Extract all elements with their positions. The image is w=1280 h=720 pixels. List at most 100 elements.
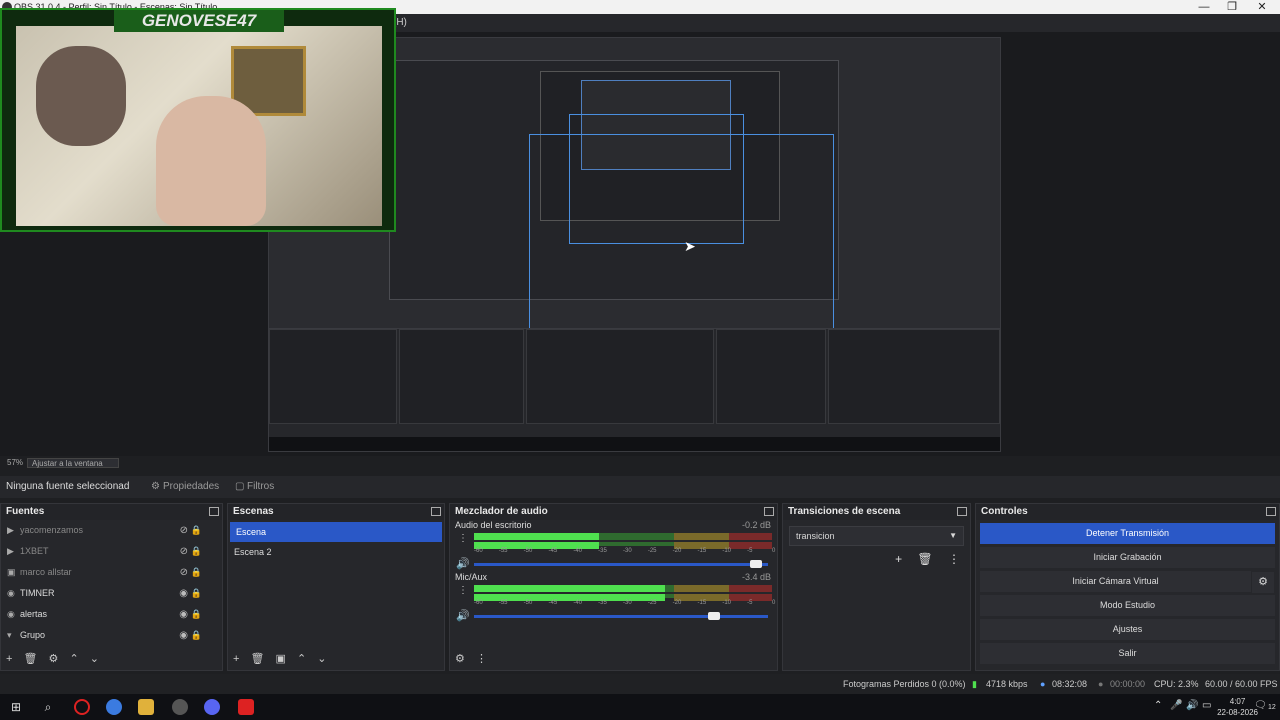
scale-tick: -25 bbox=[647, 548, 657, 554]
settings-button[interactable]: Ajustes bbox=[980, 619, 1275, 640]
controls-header: Controles bbox=[976, 504, 1279, 520]
lock-icon[interactable]: 🔒 bbox=[191, 583, 202, 604]
gear-icon: ⚙ bbox=[151, 481, 160, 492]
zoom-mode-select[interactable]: Ajustar a la ventana bbox=[27, 458, 119, 468]
undock-icon[interactable] bbox=[957, 507, 967, 516]
eye-hidden-icon[interactable]: ⊘ bbox=[180, 562, 188, 583]
obs-icon[interactable] bbox=[172, 699, 188, 715]
mic-icon[interactable]: 🎤 bbox=[1170, 700, 1182, 711]
level-meter-secondary bbox=[474, 542, 772, 549]
scale-tick: -60 bbox=[474, 600, 483, 606]
eye-hidden-icon[interactable]: ⊘ bbox=[180, 520, 188, 541]
move-up-icon[interactable]: ⌃ bbox=[69, 653, 78, 665]
undock-icon[interactable] bbox=[764, 507, 774, 516]
studio-mode-button[interactable]: Modo Estudio bbox=[980, 595, 1275, 616]
search-icon[interactable]: ⌕ bbox=[40, 699, 56, 715]
transitions-title: Transiciones de escena bbox=[788, 506, 901, 517]
taskbar-clock[interactable]: 4:07 22-08-2026 bbox=[1217, 696, 1258, 718]
scene-item[interactable]: Escena bbox=[230, 522, 442, 542]
eye-icon[interactable]: ◉ bbox=[179, 604, 188, 625]
nested-sources-dock bbox=[269, 329, 397, 424]
eye-icon[interactable]: ◉ bbox=[179, 625, 188, 646]
mixer-dock: Mezclador de audio Audio del escritorio -… bbox=[449, 503, 778, 671]
nested-taskbar bbox=[269, 437, 1000, 451]
record-icon: ● bbox=[1098, 679, 1104, 689]
mixer-menu-icon[interactable]: ⋮ bbox=[476, 653, 487, 665]
dropped-frames: Fotogramas Perdidos 0 (0.0%) bbox=[843, 679, 966, 689]
undock-icon[interactable] bbox=[1266, 507, 1276, 516]
move-up-icon[interactable]: ⌃ bbox=[297, 653, 306, 665]
record-time: 00:00:00 bbox=[1110, 679, 1146, 689]
transition-select[interactable]: transicion ▼ bbox=[789, 526, 964, 546]
virtual-camera-gear-icon[interactable]: ⚙ bbox=[1252, 572, 1274, 593]
scale-tick: -30 bbox=[623, 600, 632, 606]
lock-icon[interactable]: 🔒 bbox=[191, 625, 202, 646]
network-icon[interactable]: ▭ bbox=[1202, 700, 1211, 711]
move-down-icon[interactable]: ⌄ bbox=[90, 653, 99, 665]
lock-icon[interactable]: 🔒 bbox=[191, 562, 202, 583]
app-icon[interactable] bbox=[238, 699, 254, 715]
eye-hidden-icon[interactable]: ⊘ bbox=[180, 541, 188, 562]
scale-tick: -35 bbox=[598, 548, 607, 554]
source-item[interactable]: ◉ TIMNER ◉ 🔒 bbox=[1, 583, 222, 604]
volume-slider[interactable] bbox=[474, 560, 768, 568]
properties-tab[interactable]: Propiedades bbox=[163, 476, 219, 498]
remove-transition-icon[interactable]: 🗑 bbox=[917, 552, 932, 566]
undock-icon[interactable] bbox=[209, 507, 219, 516]
play-icon: ▶ bbox=[7, 546, 14, 556]
scale-tick: -10 bbox=[722, 600, 731, 606]
undock-icon[interactable] bbox=[431, 507, 441, 516]
source-item[interactable]: ▶ 1XBET ⊘ 🔒 bbox=[1, 541, 222, 562]
file-explorer-icon[interactable] bbox=[138, 699, 154, 715]
eye-icon[interactable]: ◉ bbox=[179, 583, 188, 604]
scene-item[interactable]: Escena 2 bbox=[228, 542, 444, 562]
source-label: Grupo bbox=[20, 630, 46, 640]
lock-icon[interactable]: 🔒 bbox=[191, 520, 202, 541]
play-icon: ▶ bbox=[7, 525, 14, 535]
speaker-icon[interactable]: 🔊 bbox=[1186, 700, 1198, 711]
start-recording-button[interactable]: Iniciar Grabación bbox=[980, 547, 1275, 568]
channel-menu-icon[interactable]: ⋮ bbox=[458, 533, 468, 544]
add-scene-icon[interactable]: + bbox=[233, 653, 239, 665]
start-virtual-camera-button[interactable]: Iniciar Cámara Virtual bbox=[980, 571, 1251, 592]
chrome-icon[interactable] bbox=[106, 699, 122, 715]
volume-knob[interactable] bbox=[708, 612, 721, 620]
exit-button[interactable]: Salir bbox=[980, 643, 1275, 664]
windows-start-icon[interactable]: ⊞ bbox=[8, 699, 24, 715]
source-settings-icon[interactable]: ⚙ bbox=[49, 653, 59, 665]
channel-name: Audio del escritorio bbox=[455, 520, 532, 530]
add-source-icon[interactable]: + bbox=[6, 653, 12, 665]
source-item[interactable]: ▶ yacomenzamos ⊘ 🔒 bbox=[1, 520, 222, 541]
speaker-icon[interactable]: 🔊 bbox=[456, 609, 470, 622]
source-item[interactable]: ▣ marco allstar ⊘ 🔒 bbox=[1, 562, 222, 583]
channel-menu-icon[interactable]: ⋮ bbox=[458, 585, 468, 596]
notifications-icon[interactable]: 🗨 bbox=[1254, 700, 1267, 711]
lock-icon[interactable]: 🔒 bbox=[191, 541, 202, 562]
remove-source-icon[interactable]: 🗑 bbox=[24, 653, 38, 665]
mixer-channel: Audio del escritorio -0.2 dB ⋮ -60 -55 -50 -45… bbox=[450, 520, 777, 572]
volume-slider[interactable] bbox=[474, 612, 768, 620]
advanced-audio-icon[interactable]: ⚙ bbox=[455, 653, 465, 665]
minimize-button[interactable]: — bbox=[1194, 0, 1214, 14]
restore-button[interactable]: ❐ bbox=[1222, 0, 1242, 14]
lock-icon[interactable]: 🔒 bbox=[191, 604, 202, 625]
add-transition-icon[interactable]: + bbox=[895, 552, 902, 566]
streamer-body bbox=[156, 96, 266, 226]
stop-stream-button[interactable]: Detener Transmisión bbox=[980, 523, 1275, 544]
filters-tab[interactable]: Filtros bbox=[247, 476, 274, 498]
close-button[interactable]: ✕ bbox=[1252, 0, 1272, 14]
source-item[interactable]: ◉ alertas ◉ 🔒 bbox=[1, 604, 222, 625]
transition-menu-icon[interactable]: ⋮ bbox=[948, 552, 960, 566]
volume-knob[interactable] bbox=[750, 560, 763, 568]
tray-chevron-icon[interactable]: ⌃ bbox=[1154, 700, 1162, 711]
scene-filters-icon[interactable]: ▣ bbox=[276, 653, 286, 665]
source-item[interactable]: ▾ Grupo ◉ 🔒 bbox=[1, 625, 222, 646]
folder-icon: ▾ bbox=[7, 630, 12, 640]
discord-icon[interactable] bbox=[204, 699, 220, 715]
signal-icon: ▮ bbox=[972, 679, 977, 689]
scale-tick: -50 bbox=[523, 600, 533, 606]
speaker-icon[interactable]: 🔊 bbox=[456, 557, 470, 570]
move-down-icon[interactable]: ⌄ bbox=[317, 653, 326, 665]
opera-icon[interactable] bbox=[74, 699, 90, 715]
remove-scene-icon[interactable]: 🗑 bbox=[251, 653, 265, 665]
